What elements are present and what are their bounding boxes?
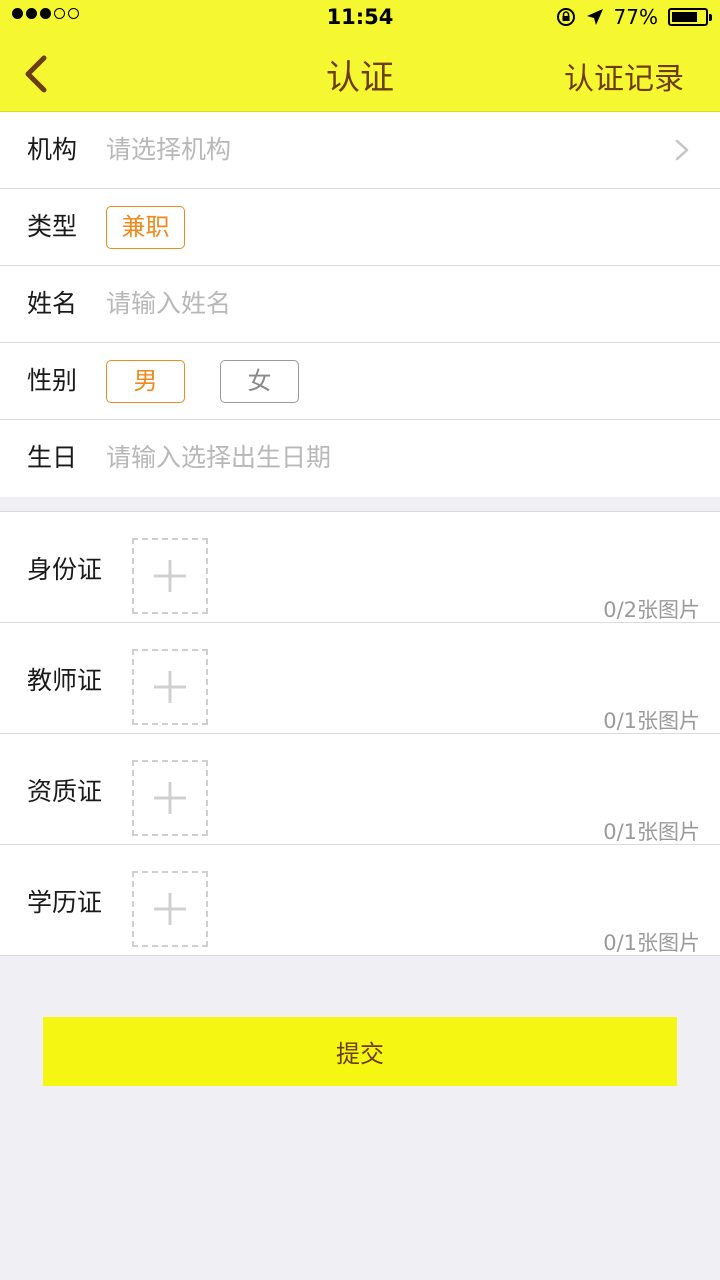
upload-label: 教师证 — [27, 666, 103, 695]
battery-percent: 77% — [613, 5, 658, 29]
basic-info-section: 机构 请选择机构 类型 兼职 姓名 请输入姓名 性别 男 女 生日 请输入选择出… — [0, 112, 720, 497]
submit-button[interactable]: 提交 — [43, 1017, 677, 1086]
plus-icon — [154, 560, 186, 592]
upload-row-education-cert: 学历证 0/1张图片 — [0, 845, 720, 956]
upload-row-teacher-cert: 教师证 0/1张图片 — [0, 623, 720, 734]
photo-count: 0/1张图片 — [603, 931, 700, 955]
header: 11:54 77% 认证 认证记录 — [0, 0, 720, 112]
add-photo-button[interactable] — [132, 538, 208, 614]
name-input[interactable]: 请输入姓名 — [106, 266, 231, 342]
upload-label: 身份证 — [27, 555, 103, 584]
birthday-input[interactable]: 请输入选择出生日期 — [106, 420, 331, 496]
gender-row: 性别 男 女 — [0, 343, 720, 420]
type-label: 类型 — [27, 212, 78, 241]
plus-icon — [154, 671, 186, 703]
upload-row-id-card: 身份证 0/2张图片 — [0, 512, 720, 623]
battery-icon — [668, 8, 712, 26]
plus-icon — [154, 782, 186, 814]
birthday-label: 生日 — [27, 443, 78, 472]
add-photo-button[interactable] — [132, 649, 208, 725]
gender-option-female[interactable]: 女 — [220, 360, 299, 403]
upload-label: 资质证 — [27, 777, 103, 806]
status-bar: 11:54 77% — [0, 0, 720, 36]
photo-count: 0/1张图片 — [603, 820, 700, 844]
chevron-right-icon — [675, 139, 689, 161]
upload-row-qualification-cert: 资质证 0/1张图片 — [0, 734, 720, 845]
institution-select[interactable]: 请选择机构 — [106, 112, 231, 188]
add-photo-button[interactable] — [132, 871, 208, 947]
battery-fill — [672, 12, 697, 22]
location-arrow-icon — [586, 9, 603, 25]
gender-label: 性别 — [27, 366, 78, 395]
type-row: 类型 兼职 — [0, 189, 720, 266]
upload-label: 学历证 — [27, 888, 103, 917]
records-link[interactable]: 认证记录 — [564, 54, 684, 98]
photo-count: 0/2张图片 — [603, 598, 700, 622]
name-label: 姓名 — [27, 289, 78, 318]
plus-icon — [154, 893, 186, 925]
add-photo-button[interactable] — [132, 760, 208, 836]
institution-row[interactable]: 机构 请选择机构 — [0, 112, 720, 189]
institution-label: 机构 — [27, 135, 78, 164]
rotation-lock-icon — [556, 8, 575, 26]
gender-option-male[interactable]: 男 — [106, 360, 185, 403]
certificates-section: 身份证 0/2张图片 教师证 0/1张图片 资质证 0/1张图片 学历证 0/1… — [0, 511, 720, 956]
type-option-part-time[interactable]: 兼职 — [106, 206, 185, 249]
photo-count: 0/1张图片 — [603, 709, 700, 733]
name-row: 姓名 请输入姓名 — [0, 266, 720, 343]
nav-bar: 认证 认证记录 — [0, 36, 720, 112]
birthday-row: 生日 请输入选择出生日期 — [0, 420, 720, 497]
